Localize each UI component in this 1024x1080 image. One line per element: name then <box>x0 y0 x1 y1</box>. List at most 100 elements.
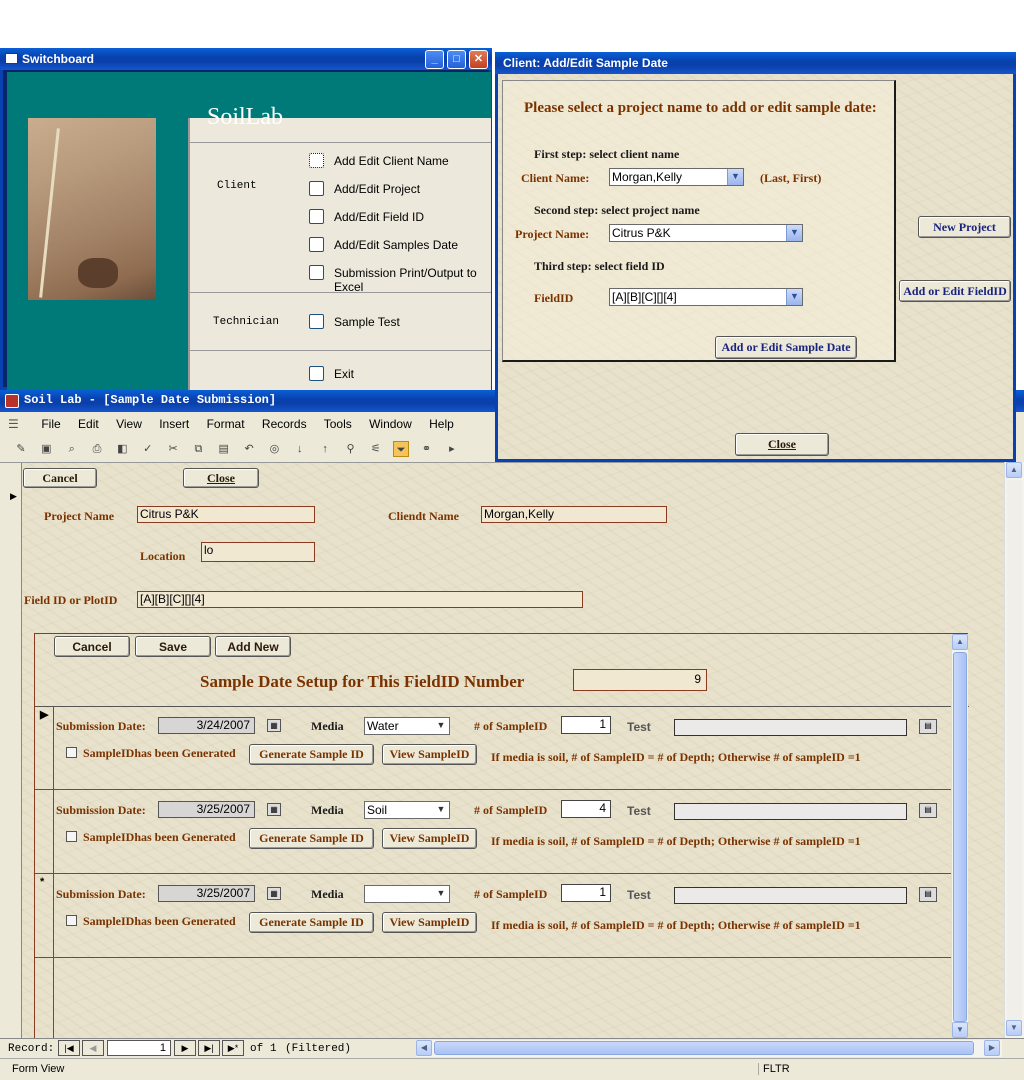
test-field[interactable] <box>674 887 907 904</box>
option-submission-print[interactable]: Submission Print/Output to Excel <box>334 266 491 294</box>
cancel-button[interactable]: Cancel <box>23 468 97 488</box>
print-preview-icon[interactable]: ◧ <box>114 441 130 457</box>
sub-cancel-button[interactable]: Cancel <box>54 636 130 657</box>
new-project-button[interactable]: New Project <box>918 216 1011 238</box>
switchboard-titlebar[interactable]: Switchboard _ □ ✕ <box>0 48 492 70</box>
option-sample-test-checkbox[interactable] <box>309 314 324 329</box>
calendar-icon[interactable]: ▦ <box>267 887 281 900</box>
test-details-icon[interactable]: ▤ <box>919 887 937 902</box>
option-add-edit-client-checkbox[interactable] <box>309 153 324 168</box>
find-icon[interactable]: ⚭ <box>419 441 435 457</box>
client-name-combo[interactable]: Morgan,Kelly ▼ <box>609 168 744 186</box>
h-scroll-right-button[interactable]: ▶ <box>984 1040 1000 1056</box>
subform-scrollbar[interactable]: ▲ ▼ <box>951 634 968 1040</box>
view-sampleid-button[interactable]: View SampleID <box>382 744 477 765</box>
sub-scroll-thumb[interactable] <box>953 652 967 1022</box>
add-new-button[interactable]: Add New <box>215 636 291 657</box>
dialog-titlebar[interactable]: Client: Add/Edit Sample Date <box>495 52 1016 74</box>
submission-date-field[interactable]: 3/24/2007 <box>158 717 255 734</box>
sampleid-generated-checkbox[interactable] <box>66 915 77 926</box>
search-file-icon[interactable]: ⌕ <box>64 441 80 457</box>
option-add-edit-project[interactable]: Add/Edit Project <box>334 182 420 196</box>
dropdown-arrow-icon[interactable]: ▼ <box>433 886 449 902</box>
horizontal-scrollbar[interactable]: ◀ ▶ <box>416 1040 1002 1057</box>
project-name-field[interactable]: Citrus P&K <box>137 506 315 523</box>
sub-scroll-up-button[interactable]: ▲ <box>952 634 968 650</box>
menu-insert[interactable]: Insert <box>159 417 189 431</box>
generate-sampleid-button[interactable]: Generate Sample ID <box>249 912 374 933</box>
menu-view[interactable]: View <box>116 417 142 431</box>
last-record-button[interactable]: ▶| <box>198 1040 220 1056</box>
media-combo[interactable]: Soil ▼ <box>364 801 450 819</box>
location-field[interactable]: lo <box>201 542 315 562</box>
test-details-icon[interactable]: ▤ <box>919 803 937 818</box>
new-record-icon[interactable]: ▸ <box>444 441 460 457</box>
first-record-button[interactable]: |◀ <box>58 1040 80 1056</box>
undo-icon[interactable]: ↶ <box>241 441 257 457</box>
maximize-button[interactable]: □ <box>447 50 466 69</box>
num-sampleid-field[interactable]: 1 <box>561 884 611 902</box>
generate-sampleid-button[interactable]: Generate Sample ID <box>249 828 374 849</box>
spelling-icon[interactable]: ✓ <box>140 441 156 457</box>
num-sampleid-field[interactable]: 1 <box>561 716 611 734</box>
option-sample-test[interactable]: Sample Test <box>334 315 400 329</box>
view-sampleid-button[interactable]: View SampleID <box>382 912 477 933</box>
client-name-field[interactable]: Morgan,Kelly <box>481 506 667 523</box>
test-field[interactable] <box>674 719 907 736</box>
menu-records[interactable]: Records <box>262 417 307 431</box>
record-selector[interactable]: ▶ <box>0 463 22 1039</box>
apply-filter-icon[interactable]: ⏷ <box>393 440 410 457</box>
main-scroll-down-button[interactable]: ▼ <box>1006 1020 1022 1036</box>
view-sampleid-button[interactable]: View SampleID <box>382 828 477 849</box>
submission-date-field[interactable]: 3/25/2007 <box>158 885 255 902</box>
row-marker[interactable]: * <box>40 876 44 888</box>
sample-count-field[interactable]: 9 <box>573 669 707 691</box>
option-add-edit-field-id-checkbox[interactable] <box>309 209 324 224</box>
add-edit-sample-date-button[interactable]: Add or Edit Sample Date <box>715 336 857 359</box>
filter-by-selection-icon[interactable]: ⚲ <box>342 441 358 457</box>
print-icon[interactable]: ⎙ <box>89 441 105 457</box>
sampleid-generated-checkbox[interactable] <box>66 747 77 758</box>
option-submission-print-checkbox[interactable] <box>309 265 324 280</box>
copy-icon[interactable]: ⧉ <box>190 441 206 457</box>
h-scroll-left-button[interactable]: ◀ <box>416 1040 432 1056</box>
option-add-edit-samples-date-checkbox[interactable] <box>309 237 324 252</box>
test-field[interactable] <box>674 803 907 820</box>
num-sampleid-field[interactable]: 4 <box>561 800 611 818</box>
hyperlink-icon[interactable]: ◎ <box>266 441 282 457</box>
menu-window[interactable]: Window <box>369 417 412 431</box>
next-record-button[interactable]: ▶ <box>174 1040 196 1056</box>
close-button[interactable]: ✕ <box>469 50 488 69</box>
prev-record-button[interactable]: ◀ <box>82 1040 104 1056</box>
minimize-button[interactable]: _ <box>425 50 444 69</box>
media-combo[interactable]: ▼ <box>364 885 450 903</box>
menu-edit[interactable]: Edit <box>78 417 99 431</box>
main-scrollbar[interactable]: ▲ ▼ <box>1004 462 1024 1038</box>
design-view-icon[interactable]: ✎ <box>13 441 29 457</box>
dropdown-arrow-icon[interactable]: ▼ <box>786 225 802 241</box>
close-form-button[interactable]: Close <box>183 468 259 488</box>
filter-by-form-icon[interactable]: ⚟ <box>368 441 384 457</box>
main-scroll-thumb[interactable] <box>1007 480 1022 1020</box>
dropdown-arrow-icon[interactable]: ▼ <box>433 718 449 734</box>
sort-descending-icon[interactable]: ↑ <box>317 441 333 457</box>
row-marker[interactable]: ▶ <box>40 708 48 721</box>
option-add-edit-field-id[interactable]: Add/Edit Field ID <box>334 210 424 224</box>
menu-file[interactable]: File <box>41 417 60 431</box>
option-exit-checkbox[interactable] <box>309 366 324 381</box>
calendar-icon[interactable]: ▦ <box>267 719 281 732</box>
menu-help[interactable]: Help <box>429 417 454 431</box>
option-exit[interactable]: Exit <box>334 367 354 381</box>
fieldid-combo[interactable]: [A][B][C][][4] ▼ <box>609 288 803 306</box>
dropdown-arrow-icon[interactable]: ▼ <box>786 289 802 305</box>
dialog-close-button[interactable]: Close <box>735 433 829 456</box>
calendar-icon[interactable]: ▦ <box>267 803 281 816</box>
save-icon[interactable]: ▣ <box>38 441 54 457</box>
sort-ascending-icon[interactable]: ↓ <box>292 441 308 457</box>
option-add-edit-project-checkbox[interactable] <box>309 181 324 196</box>
current-record-field[interactable]: 1 <box>107 1040 171 1056</box>
menu-format[interactable]: Format <box>207 417 245 431</box>
sampleid-generated-checkbox[interactable] <box>66 831 77 842</box>
main-scroll-up-button[interactable]: ▲ <box>1006 462 1022 478</box>
dropdown-arrow-icon[interactable]: ▼ <box>433 802 449 818</box>
